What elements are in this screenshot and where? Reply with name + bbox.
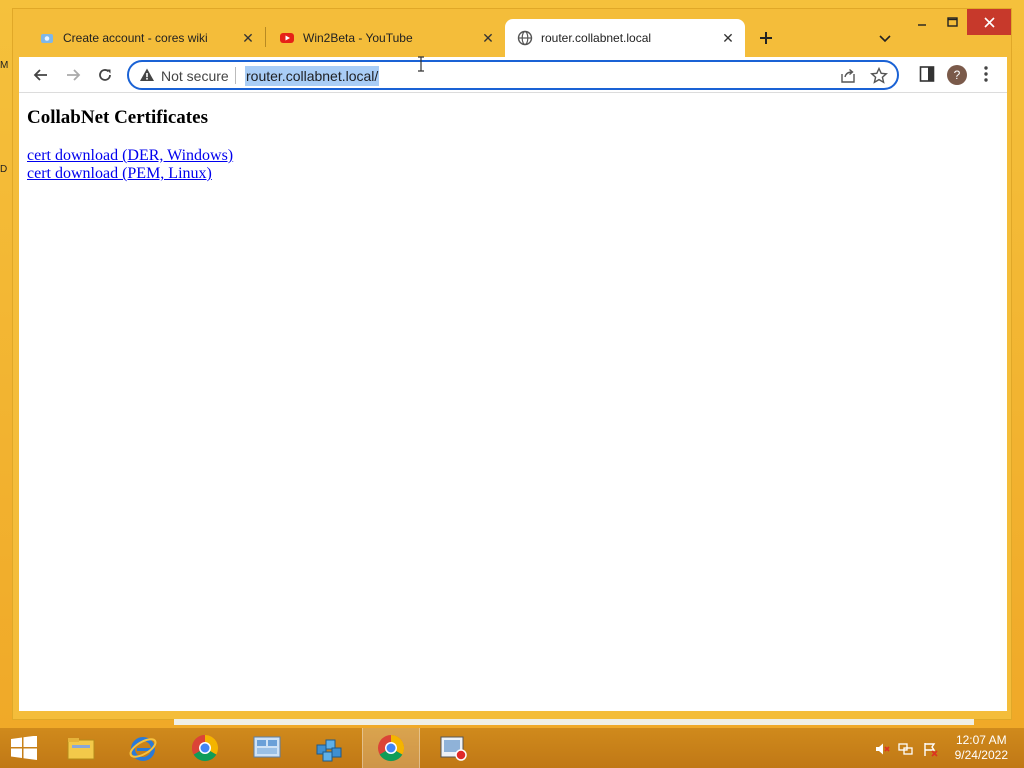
tab-strip: Create account - cores wiki ✕ Win2Beta -… xyxy=(13,19,1013,57)
control-panel-icon[interactable] xyxy=(238,728,296,768)
tab-search-chevron-down-icon[interactable] xyxy=(875,29,895,49)
tab-title: Win2Beta - YouTube xyxy=(303,31,413,45)
url-text[interactable]: router.collabnet.local/ xyxy=(245,66,380,86)
globe-icon xyxy=(517,30,533,46)
taskbar: 12:07 AM 9/24/2022 xyxy=(0,728,1024,768)
page-title: CollabNet Certificates xyxy=(27,107,208,128)
tab-create-account[interactable]: Create account - cores wiki ✕ xyxy=(13,19,265,57)
text-cursor-icon xyxy=(418,56,424,72)
desktop-icon-label-fragment: D xyxy=(0,164,8,175)
more-menu-icon[interactable] xyxy=(981,63,991,85)
address-bar[interactable]: Not secure router.collabnet.local/ xyxy=(127,60,899,90)
profile-avatar[interactable]: ? xyxy=(947,65,967,85)
address-divider xyxy=(235,67,236,84)
internet-explorer-icon[interactable] xyxy=(114,728,172,768)
browser-window: Create account - cores wiki ✕ Win2Beta -… xyxy=(12,8,1012,720)
network-icon[interactable] xyxy=(898,741,914,757)
chrome-icon[interactable] xyxy=(176,728,234,768)
share-icon[interactable] xyxy=(839,67,857,85)
cert-download-pem-link[interactable]: cert download (PEM, Linux) xyxy=(27,165,212,183)
recorder-icon[interactable] xyxy=(424,728,482,768)
youtube-icon xyxy=(279,30,295,46)
security-status-label[interactable]: Not secure xyxy=(161,68,229,84)
reload-button[interactable] xyxy=(91,61,119,89)
system-clock[interactable]: 12:07 AM 9/24/2022 xyxy=(955,733,1008,763)
tab-router-collabnet[interactable]: router.collabnet.local ✕ xyxy=(505,19,745,57)
windows-start-icon[interactable] xyxy=(0,728,48,768)
clock-date: 9/24/2022 xyxy=(954,748,1008,762)
browser-toolbar: Not secure router.collabnet.local/ ? xyxy=(19,57,1007,93)
horizontal-scrollbar[interactable] xyxy=(174,719,974,725)
desktop-icon-label-fragment: M xyxy=(0,60,9,71)
back-button[interactable] xyxy=(27,61,55,89)
clock-time: 12:07 AM xyxy=(955,733,1007,747)
bookmark-star-icon[interactable] xyxy=(869,66,889,86)
forward-button[interactable] xyxy=(59,61,87,89)
wiki-icon xyxy=(39,30,55,46)
warning-icon[interactable] xyxy=(139,67,155,83)
registry-editor-icon[interactable] xyxy=(300,728,358,768)
close-tab-icon[interactable]: ✕ xyxy=(479,29,497,47)
file-explorer-icon[interactable] xyxy=(52,728,110,768)
close-tab-icon[interactable]: ✕ xyxy=(719,29,737,47)
action-center-flag-icon[interactable] xyxy=(922,741,938,757)
tab-youtube[interactable]: Win2Beta - YouTube ✕ xyxy=(253,19,505,57)
chrome-active-icon[interactable] xyxy=(362,728,420,768)
tab-title: router.collabnet.local xyxy=(541,31,652,45)
tab-title: Create account - cores wiki xyxy=(63,31,208,45)
side-panel-icon[interactable] xyxy=(919,65,935,83)
new-tab-button[interactable] xyxy=(755,27,777,49)
page-viewport: CollabNet Certificates cert download (DE… xyxy=(19,93,1007,711)
cert-download-der-link[interactable]: cert download (DER, Windows) xyxy=(27,147,233,165)
speaker-muted-icon[interactable] xyxy=(874,741,890,757)
